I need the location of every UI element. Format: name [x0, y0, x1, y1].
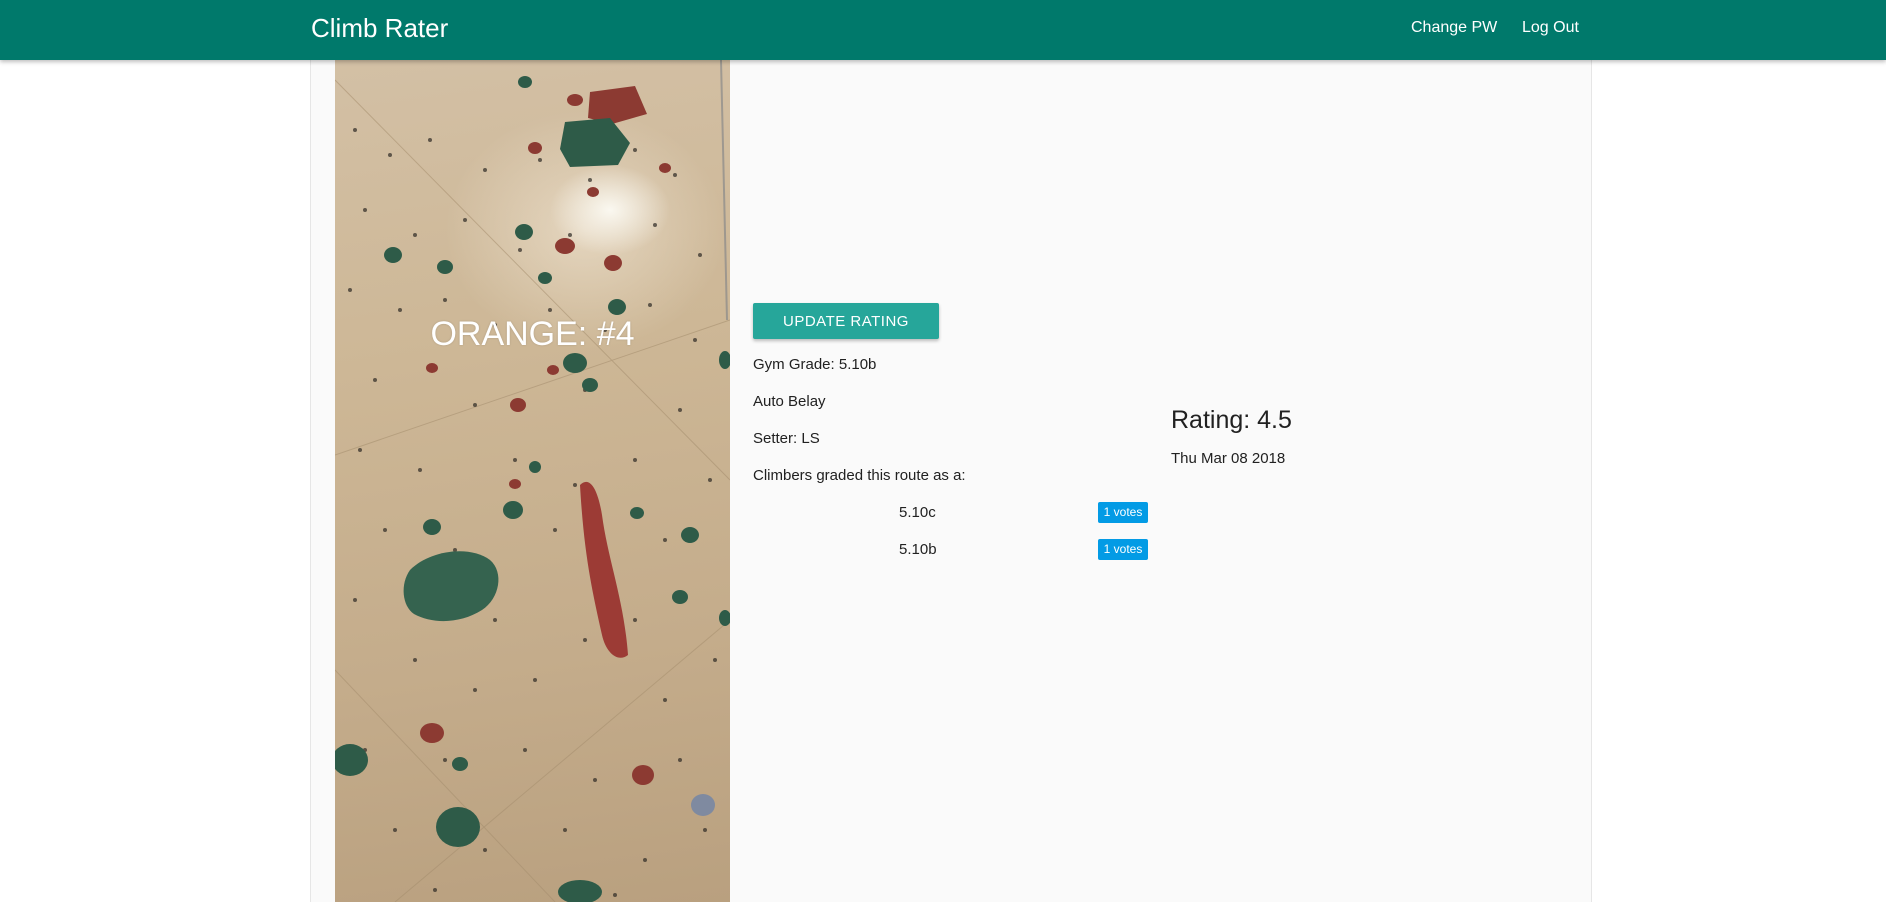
change-pw-link[interactable]: Change PW [1411, 19, 1497, 37]
grade-label: 5.10b [899, 541, 937, 558]
route-title: ORANGE: #4 [430, 315, 635, 353]
top-navbar: Climb Rater Change PW Log Out [0, 0, 1886, 60]
route-date: Thu Mar 08 2018 [1171, 450, 1286, 467]
graded-heading: Climbers graded this route as a: [753, 467, 966, 484]
votes-badge: 1 votes [1098, 539, 1148, 560]
gym-grade: Gym Grade: 5.10b [753, 356, 877, 373]
update-rating-button[interactable]: UPDATE RATING [753, 303, 939, 339]
app-brand[interactable]: Climb Rater [311, 13, 448, 43]
route-setter: Setter: LS [753, 430, 820, 447]
log-out-link[interactable]: Log Out [1522, 19, 1579, 37]
grade-label: 5.10c [899, 504, 936, 521]
route-photo [335, 60, 730, 902]
route-type: Auto Belay [753, 393, 826, 410]
route-rating: Rating: 4.5 [1171, 406, 1292, 434]
votes-badge: 1 votes [1098, 502, 1148, 523]
